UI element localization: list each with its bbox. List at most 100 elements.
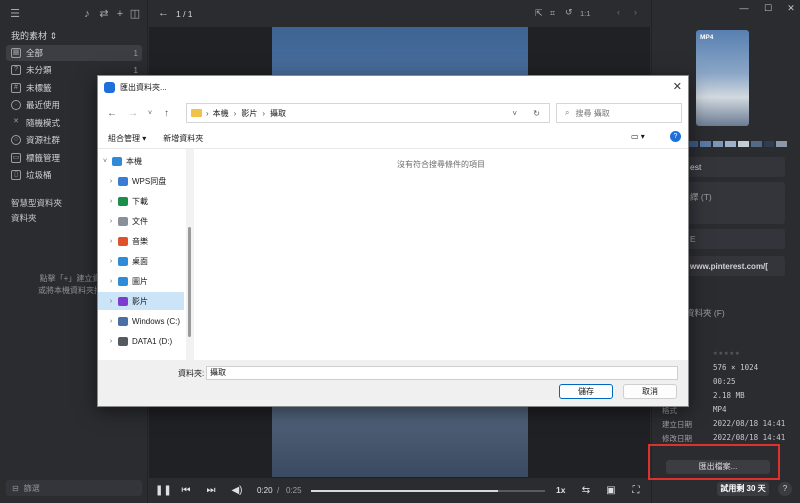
tree-item[interactable]: › 桌面 — [98, 252, 184, 270]
folder-icon — [118, 176, 128, 186]
color-swatch[interactable] — [725, 141, 736, 147]
panel-toggle-icon[interactable]: ◫ — [128, 7, 142, 21]
item-folder-field[interactable]: 資料夾 (F) — [686, 307, 725, 319]
filter-input[interactable]: ⊟ 篩選 — [6, 480, 142, 496]
chevron-right-icon[interactable]: › — [104, 338, 118, 345]
chevron-right-icon: › — [262, 108, 266, 118]
cancel-button[interactable]: 取消 — [623, 384, 677, 399]
crop-icon[interactable]: ⌗ — [550, 8, 555, 19]
skip-back-icon[interactable]: ⏮ — [179, 484, 193, 498]
sidebar-item-all[interactable]: ▦ 全部 1 — [6, 45, 142, 61]
recent-dropdown-icon[interactable]: ˅ — [148, 110, 152, 117]
folder-name-input[interactable]: 攝取 — [206, 366, 678, 380]
timeline-slider[interactable] — [311, 490, 545, 492]
chevron-right-icon[interactable]: › — [104, 278, 118, 285]
chevron-right-icon[interactable]: › — [104, 178, 118, 185]
screenshot-icon[interactable]: ▣ — [604, 484, 618, 498]
address-bar[interactable]: › 本機 › 影片 › 攝取 ˅ ↻ — [186, 103, 550, 123]
tree-item[interactable]: ˅ 本機 — [98, 152, 184, 170]
help-icon[interactable]: ? — [670, 131, 681, 142]
next-item-icon[interactable]: › — [634, 7, 637, 17]
chevron-right-icon: › — [233, 108, 237, 118]
path-segment-pc[interactable]: 本機 — [213, 108, 229, 119]
tree-item[interactable]: › 文件 — [98, 212, 184, 230]
folder-icon — [118, 336, 128, 346]
pause-icon[interactable]: ❚❚ — [155, 484, 172, 498]
chevron-right-icon[interactable]: › — [104, 238, 118, 245]
tree-item-label: WPS同盘 — [132, 176, 167, 186]
forward-icon[interactable]: → — [128, 108, 138, 119]
chevron-down-icon[interactable]: ˅ — [512, 109, 517, 118]
tree-item[interactable]: › WPS同盘 — [98, 172, 184, 190]
item-url-field[interactable]: www.pinterest.com/[ — [684, 256, 785, 276]
tree-item[interactable]: › 圖片 — [98, 272, 184, 290]
menu-icon[interactable]: ☰ — [8, 7, 22, 21]
navigation-tree: ˅ 本機 › WPS同盘 › 下載 › 文件 › 音樂 › 桌面 › 圖片 › 影片 › Windows (C:)… — [98, 149, 184, 361]
tree-item[interactable]: › 下載 — [98, 192, 184, 210]
minimize-icon[interactable]: — — [737, 2, 751, 14]
tree-item[interactable]: › 音樂 — [98, 232, 184, 250]
item-note-field[interactable]: 繹 (T) — [684, 182, 785, 224]
zoom-actual-size[interactable]: 1:1 — [580, 9, 590, 18]
path-segment-videos[interactable]: 影片 — [241, 108, 257, 119]
trial-badge[interactable]: 試用剩 30 天 — [717, 482, 769, 496]
time-separator: / — [277, 486, 280, 495]
tree-item[interactable]: › 影片 — [98, 292, 184, 310]
rotate-icon[interactable]: ↺ — [565, 7, 573, 18]
color-swatch[interactable] — [776, 141, 787, 147]
view-options-icon[interactable]: ▭ ▾ — [631, 132, 645, 141]
color-swatch[interactable] — [738, 141, 749, 147]
color-swatch[interactable] — [750, 141, 762, 147]
back-icon[interactable]: ← — [107, 108, 117, 119]
path-segment-current[interactable]: 攝取 — [270, 108, 286, 119]
color-swatch[interactable] — [712, 141, 724, 147]
bell-icon[interactable]: ♪ — [80, 7, 94, 21]
up-icon[interactable]: ↑ — [164, 108, 169, 119]
folders-heading[interactable]: 資料夾 — [11, 212, 37, 224]
tree-scrollbar[interactable] — [186, 149, 194, 361]
help-button[interactable]: ? — [778, 482, 792, 496]
color-swatch[interactable] — [699, 141, 711, 147]
search-input[interactable]: ⌕ 搜尋 攝取 — [556, 103, 682, 123]
item-name-field[interactable]: est — [684, 157, 785, 177]
folder-icon — [118, 316, 128, 326]
save-button[interactable]: 儲存 — [559, 384, 613, 399]
chevron-right-icon[interactable]: › — [104, 258, 118, 265]
chevron-right-icon[interactable]: › — [104, 218, 118, 225]
new-folder-button[interactable]: 新增資料夾 — [163, 133, 203, 144]
refresh-icon[interactable]: ↻ — [533, 109, 540, 118]
dialog-body: ˅ 本機 › WPS同盘 › 下載 › 文件 › 音樂 › 桌面 › 圖片 › 影片 › Windows (C:)… — [98, 148, 688, 361]
close-window-icon[interactable]: ✕ — [784, 2, 798, 14]
tree-item-label: DATA1 (D:) — [132, 336, 173, 346]
library-selector[interactable]: 我的素材 ⇕ — [11, 29, 57, 42]
back-arrow-icon[interactable]: ← — [158, 7, 169, 19]
chevron-right-icon: › — [206, 108, 209, 118]
external-open-icon[interactable]: ⇱ — [535, 8, 543, 19]
fullscreen-icon[interactable]: ⛶ — [629, 484, 643, 498]
chevron-right-icon[interactable]: › — [104, 318, 118, 325]
add-icon[interactable]: + — [113, 7, 127, 21]
close-icon[interactable]: ✕ — [673, 80, 682, 93]
grid-icon: ▦ — [11, 48, 21, 58]
organize-button[interactable]: 組合管理 ▾ — [108, 133, 146, 144]
tree-item[interactable]: › Windows (C:) — [98, 312, 184, 330]
scrollbar-thumb[interactable] — [188, 227, 191, 337]
smart-folders-heading[interactable]: 智慧型資料夾 — [11, 197, 62, 209]
volume-icon[interactable]: ◀) — [230, 484, 244, 498]
chevron-down-icon[interactable]: ˅ — [98, 158, 112, 165]
sync-icon[interactable]: ⇄ — [97, 7, 111, 21]
loop-icon[interactable]: ⇆ — [579, 484, 593, 498]
tree-item-label: 音樂 — [132, 236, 148, 246]
maximize-icon[interactable]: ☐ — [761, 2, 775, 14]
item-tags-field[interactable]: E — [684, 229, 785, 249]
prev-item-icon[interactable]: ‹ — [617, 7, 620, 17]
tag-icon: ▭ — [11, 153, 21, 163]
color-swatch[interactable] — [763, 141, 775, 147]
speed-button[interactable]: 1x — [556, 485, 565, 495]
folder-icon — [191, 109, 202, 117]
skip-forward-icon[interactable]: ⏭ — [204, 484, 218, 498]
chevron-right-icon[interactable]: › — [104, 198, 118, 205]
filter-icon: ⊟ — [12, 483, 19, 493]
chevron-right-icon[interactable]: › — [104, 298, 118, 305]
tree-item[interactable]: › DATA1 (D:) — [98, 332, 184, 350]
